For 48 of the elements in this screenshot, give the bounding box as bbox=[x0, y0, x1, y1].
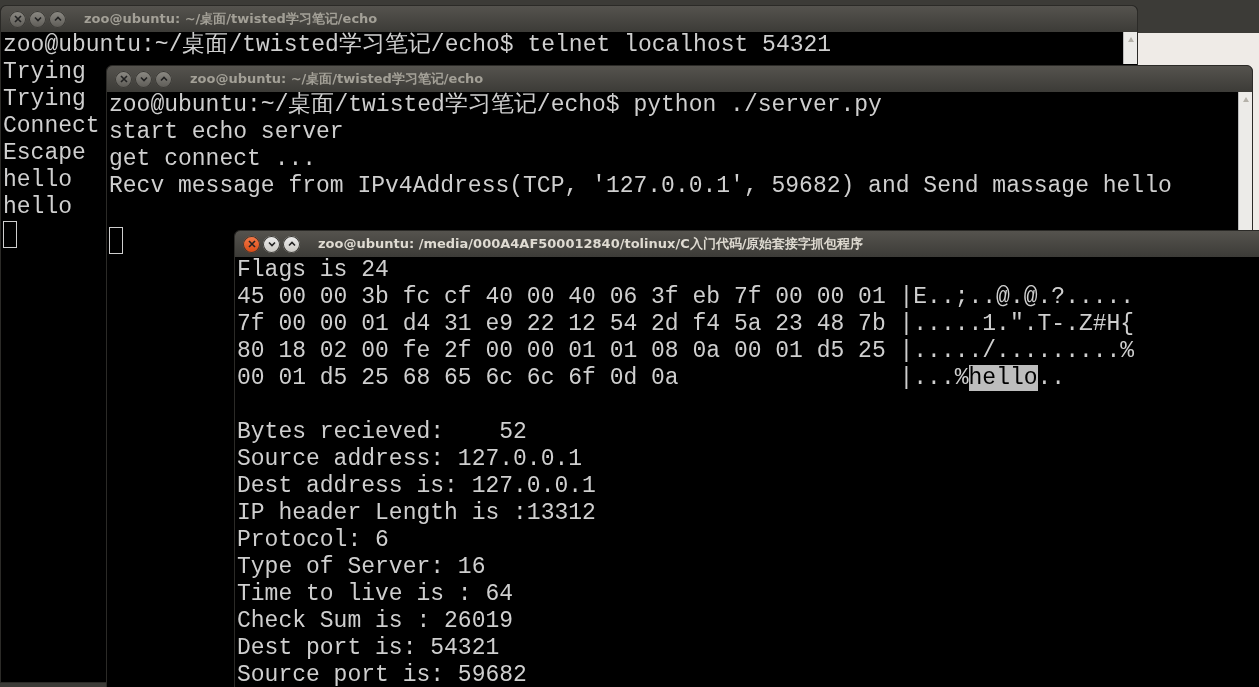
terminal-line: Escape bbox=[3, 140, 86, 166]
terminal-line: Connect bbox=[3, 113, 100, 139]
window-title: zoo@ubuntu: ~/桌面/twisted学习笔记/echo bbox=[190, 70, 484, 88]
maximize-icon bbox=[286, 239, 297, 249]
terminal-line: Source address: 127.0.0.1 bbox=[237, 446, 583, 472]
terminal-text: .. bbox=[1037, 365, 1066, 391]
scrollbar[interactable] bbox=[1123, 32, 1137, 64]
terminal-line: Bytes recieved: 52 bbox=[237, 419, 527, 445]
terminal-line: get connect ... bbox=[109, 146, 317, 172]
terminal-line: Check Sum is : 26019 bbox=[237, 608, 514, 634]
terminal-line: 45 00 00 3b fc cf 40 00 40 06 3f eb 7f 00 00 01 |E..;..@.@.?..... bbox=[237, 284, 1135, 310]
terminal-line: Protocol: 6 bbox=[237, 527, 389, 553]
terminal-line: hello bbox=[3, 167, 72, 193]
terminal-line: Dest port is: 54321 bbox=[237, 635, 500, 661]
close-icon bbox=[118, 74, 129, 84]
terminal-line: zoo@ubuntu:~/桌面/twisted学习笔记/echo$ telnet localhost 54321 bbox=[3, 32, 832, 58]
terminal-line: zoo@ubuntu:~/桌面/twisted学习笔记/echo$ python ./server.py bbox=[109, 92, 882, 118]
terminal-line: 80 18 02 00 fe 2f 00 00 01 01 08 0a 00 01 d5 25 |...../.........% bbox=[237, 338, 1135, 364]
maximize-icon bbox=[52, 14, 63, 24]
terminal-line: Dest address is: 127.0.0.1 bbox=[237, 473, 596, 499]
terminal-line: Flags is 24 bbox=[237, 257, 389, 283]
terminal-line: Type of Server: 16 bbox=[237, 554, 486, 580]
terminal-text: 00 01 d5 25 68 65 6c 6c 6f 0d 0a |...% bbox=[237, 365, 969, 391]
terminal-line: Trying bbox=[3, 86, 86, 112]
minimize-icon bbox=[32, 14, 43, 24]
window-title: zoo@ubuntu: ~/桌面/twisted学习笔记/echo bbox=[84, 10, 378, 28]
terminal-line: Trying bbox=[3, 59, 86, 85]
scrollbar[interactable] bbox=[1238, 92, 1252, 230]
text-cursor bbox=[3, 221, 17, 248]
terminal-line: Source port is: 59682 bbox=[237, 662, 527, 687]
maximize-icon bbox=[158, 74, 169, 84]
maximize-button[interactable] bbox=[283, 235, 300, 253]
close-icon bbox=[12, 14, 23, 24]
terminal-line: hello bbox=[3, 194, 72, 220]
terminal-line: start echo server bbox=[109, 119, 344, 145]
minimize-icon bbox=[138, 74, 149, 84]
terminal-line: Recv message from IPv4Address(TCP, '127.0.0.1', 59682) and Send massage hello bbox=[109, 173, 1172, 199]
terminal-line: IP header Length is :13312 bbox=[237, 500, 596, 526]
close-button[interactable] bbox=[243, 235, 260, 253]
terminal-line: 7f 00 00 01 d4 31 e9 22 12 54 2d f4 5a 23 48 7b |.....1.".T-.Z#H{ bbox=[237, 311, 1135, 337]
window-title: zoo@ubuntu: /media/000A4AF500012840/tolinux/C入门代码/原始套接字抓包程序 bbox=[318, 235, 864, 253]
text-cursor bbox=[109, 227, 123, 254]
close-button[interactable] bbox=[9, 10, 26, 28]
close-icon bbox=[246, 239, 257, 249]
minimize-icon bbox=[266, 239, 277, 249]
terminal-line: Time to live is : 64 bbox=[237, 581, 514, 607]
minimize-button[interactable] bbox=[263, 235, 280, 253]
close-button[interactable] bbox=[115, 70, 132, 88]
